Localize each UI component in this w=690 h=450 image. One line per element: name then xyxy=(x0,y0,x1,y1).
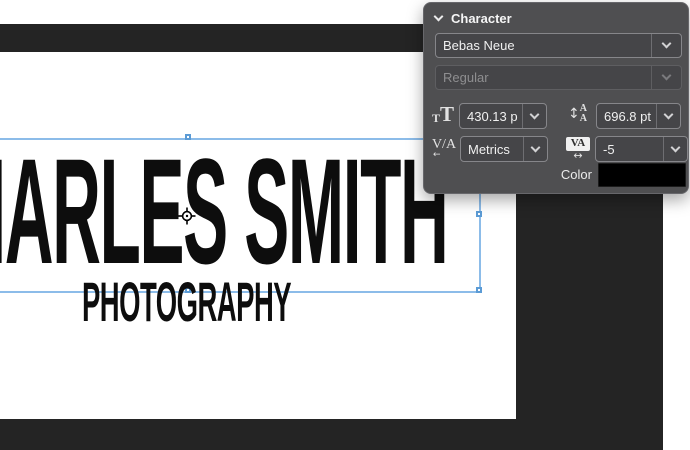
font-size-icon: TT xyxy=(432,105,454,124)
center-point-icon xyxy=(177,206,197,231)
font-style-dropdown-button xyxy=(652,76,681,79)
collapse-chevron-icon[interactable] xyxy=(434,12,444,22)
chevron-down-icon xyxy=(664,109,674,119)
font-style-select: Regular xyxy=(435,65,682,90)
selection-handle-bottom-center[interactable] xyxy=(185,287,191,293)
panel-header[interactable]: Character xyxy=(435,11,512,26)
kerning-icon: V/A ← xyxy=(431,136,457,159)
font-size-dropdown-button[interactable] xyxy=(523,115,546,118)
font-family-value: Bebas Neue xyxy=(436,38,651,53)
selection-edge-bottom xyxy=(0,291,481,293)
selection-handle-right-middle[interactable] xyxy=(476,211,482,217)
selection-handle-bottom-right[interactable] xyxy=(476,287,482,293)
chevron-down-icon xyxy=(531,142,541,152)
chevron-down-icon xyxy=(662,71,672,81)
tracking-input[interactable]: -5 xyxy=(595,136,688,162)
leading-input[interactable]: 696.8 pt xyxy=(596,103,681,129)
font-style-value: Regular xyxy=(436,70,651,85)
color-swatch[interactable] xyxy=(598,163,686,187)
character-panel: Character Bebas Neue Regular TT 430.13 p… xyxy=(423,2,689,194)
kerning-dropdown-button[interactable] xyxy=(524,148,547,151)
panel-title: Character xyxy=(451,11,512,26)
leading-icon: ↕ A A xyxy=(568,104,587,124)
leading-value: 696.8 pt xyxy=(597,109,656,124)
chevron-down-icon xyxy=(530,109,540,119)
selection-edge-top xyxy=(0,138,481,140)
font-family-dropdown-button[interactable] xyxy=(652,44,681,47)
tracking-dropdown-button[interactable] xyxy=(664,148,687,151)
tracking-icon: VA ↔ xyxy=(566,137,590,160)
font-size-input[interactable]: 430.13 p xyxy=(459,103,547,129)
chevron-down-icon xyxy=(671,142,681,152)
chevron-down-icon xyxy=(662,39,672,49)
leading-dropdown-button[interactable] xyxy=(657,115,680,118)
kerning-input[interactable]: Metrics xyxy=(460,136,548,162)
color-label: Color xyxy=(548,167,592,182)
selection-handle-top-center[interactable] xyxy=(185,134,191,140)
font-size-value: 430.13 p xyxy=(460,109,522,124)
tracking-value: -5 xyxy=(596,142,663,157)
kerning-value: Metrics xyxy=(461,142,523,157)
app-viewport: { "panel": { "title": "Character", "font… xyxy=(0,0,690,450)
font-family-select[interactable]: Bebas Neue xyxy=(435,33,682,58)
